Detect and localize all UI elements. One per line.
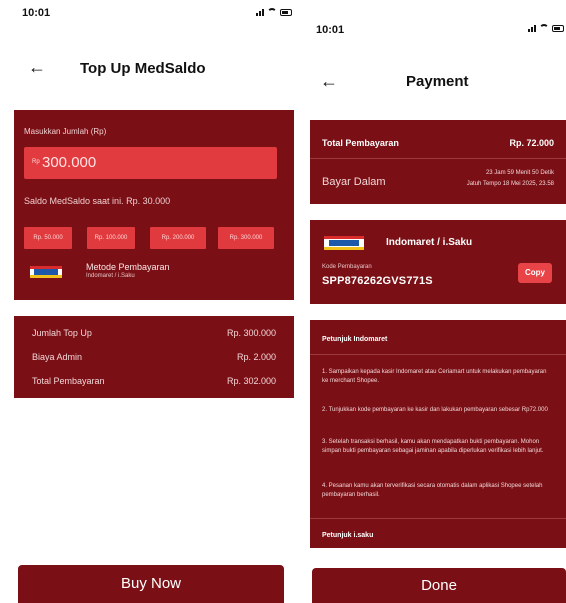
status-time: 10:01	[22, 7, 51, 19]
payment-code-label: Kode Pembayaran	[322, 264, 372, 270]
topup-screen: 10:01 ← Top Up MedSaldo Masukkan Jumlah …	[0, 0, 296, 603]
status-icons	[256, 8, 292, 16]
merchant-card: Indomaret / i.Saku Kode Pembayaran SPP87…	[310, 220, 566, 304]
isaku-instructions-toggle[interactable]: Petunjuk i.saku	[322, 532, 373, 539]
payment-method-subtitle: Indomaret / i.Saku	[86, 273, 135, 279]
payment-method-title: Metode Pembayaran	[86, 262, 170, 272]
summary-card: Jumlah Top Up Rp. 300.000 Biaya Admin Rp…	[14, 316, 294, 398]
payment-screen: 10:01 ← Payment Total Pembayaran Rp. 72.…	[302, 0, 566, 603]
battery-icon	[552, 25, 564, 32]
page-title: Payment	[406, 73, 469, 90]
summary-value: Rp. 2.000	[236, 352, 276, 362]
signal-icon	[256, 9, 264, 16]
instructions-title: Petunjuk Indomaret	[322, 336, 388, 343]
back-arrow-icon[interactable]: ←	[28, 58, 46, 76]
merchant-name: Indomaret / i.Saku	[386, 237, 473, 248]
indomaret-logo	[324, 236, 364, 250]
instruction-step: 3. Setelah transaksi berhasil, kamu akan…	[322, 439, 544, 454]
summary-row-total: Total Pembayaran Rp. 302.000	[32, 376, 276, 386]
summary-value: Rp. 302.000	[226, 376, 276, 386]
battery-icon	[280, 9, 292, 16]
wifi-icon	[267, 8, 277, 16]
back-arrow-icon[interactable]: ←	[320, 72, 338, 90]
summary-label: Biaya Admin	[32, 352, 83, 362]
instruction-step: 2. Tunjukkan kode pembayaran ke kasir da…	[322, 407, 548, 413]
status-bar: 10:01	[302, 0, 566, 36]
topup-card: Masukkan Jumlah (Rp) Rp 300.000 Saldo Me…	[14, 110, 294, 300]
summary-value: Rp. 300.000	[226, 328, 276, 338]
countdown: 23 Jam 59 Menit 50 Detik	[485, 170, 554, 176]
buy-now-button[interactable]: Buy Now	[18, 565, 284, 603]
pay-within-label: Bayar Dalam	[322, 176, 386, 188]
total-card: Total Pembayaran Rp. 72.000 Bayar Dalam …	[310, 120, 566, 204]
instructions-card: Petunjuk Indomaret 1. Sampaikan kepada k…	[310, 320, 566, 548]
summary-row-topup: Jumlah Top Up Rp. 300.000	[32, 328, 276, 338]
instruction-step: 4. Pesanan kamu akan terverifikasi secar…	[322, 483, 543, 498]
quick-amount-300000[interactable]: Rp. 300.000	[218, 227, 274, 249]
divider	[310, 518, 566, 519]
copy-button[interactable]: Copy	[518, 263, 552, 283]
total-label: Total Pembayaran	[322, 138, 399, 148]
current-balance: Saldo MedSaldo saat ini. Rp. 30.000	[24, 196, 171, 206]
payment-code: SPP876262GVS771S	[322, 275, 433, 287]
divider	[310, 158, 566, 159]
amount-prefix: Rp	[32, 159, 40, 165]
wifi-icon	[539, 24, 549, 32]
summary-label: Total Pembayaran	[32, 376, 105, 386]
done-button[interactable]: Done	[312, 568, 566, 603]
total-value: Rp. 72.000	[509, 138, 554, 148]
summary-row-admin: Biaya Admin Rp. 2.000	[32, 352, 276, 362]
status-bar: 10:01	[0, 0, 296, 30]
quick-amount-50000[interactable]: Rp. 50.000	[24, 227, 72, 249]
indomaret-logo	[30, 266, 62, 278]
signal-icon	[528, 25, 536, 32]
status-time: 10:01	[316, 24, 345, 36]
summary-label: Jumlah Top Up	[32, 328, 92, 338]
page-title: Top Up MedSaldo	[80, 60, 206, 77]
instruction-step: 1. Sampaikan kepada kasir Indomaret atau…	[322, 369, 547, 384]
divider	[310, 354, 566, 355]
quick-amount-100000[interactable]: Rp. 100.000	[87, 227, 135, 249]
status-icons	[528, 24, 564, 32]
quick-amount-200000[interactable]: Rp. 200.000	[150, 227, 206, 249]
amount-value: 300.000	[42, 154, 97, 171]
amount-input[interactable]: Rp 300.000	[24, 147, 277, 179]
amount-label: Masukkan Jumlah (Rp)	[24, 127, 107, 136]
due-date: Jatuh Tempo 18 Mei 2025, 23.58	[466, 181, 554, 187]
